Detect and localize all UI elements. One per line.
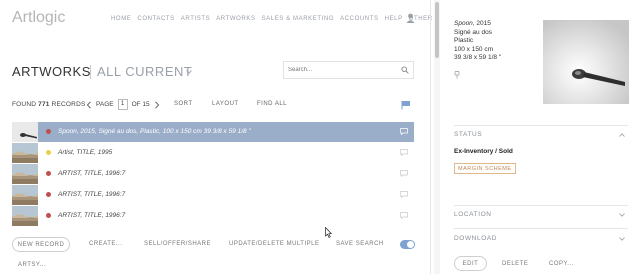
nav-item-contacts[interactable]: CONTACTS bbox=[137, 16, 174, 22]
artsy-menu[interactable]: ARTSY... bbox=[18, 262, 46, 268]
location-divider bbox=[454, 205, 628, 206]
copy-button[interactable]: COPY... bbox=[549, 261, 574, 267]
nav-item-accounts[interactable]: ACCOUNTS bbox=[340, 16, 378, 22]
scrollbar-thumb[interactable] bbox=[435, 2, 439, 58]
table-row[interactable]: ARTIST, TITLE, 1996:7 bbox=[12, 206, 414, 226]
table-row[interactable]: Artist, TITLE, 1995 bbox=[12, 143, 414, 163]
availability-dot-icon bbox=[46, 129, 51, 134]
detail-dimensions-cm: 100 x 150 cm bbox=[454, 45, 494, 53]
availability-dot-icon bbox=[46, 192, 51, 197]
main-nav: HOME CONTACTS ARTISTS ARTWORKS SALES & MARKE… bbox=[111, 16, 433, 22]
svg-text:Artlogic: Artlogic bbox=[12, 9, 65, 26]
nav-item-artworks[interactable]: ARTWORKS bbox=[216, 16, 255, 22]
nav-item-artists[interactable]: ARTISTS bbox=[181, 16, 210, 22]
chevron-down-icon[interactable] bbox=[619, 237, 625, 241]
download-divider bbox=[454, 228, 628, 229]
pagination: PAGE 1 OF 15 bbox=[86, 99, 160, 110]
table-row[interactable]: ARTIST, TITLE, 1996:7 bbox=[12, 185, 414, 205]
record-list: Spoon, 2015, Signé au dos, Plastic, 100 … bbox=[12, 122, 414, 227]
message-icon[interactable] bbox=[400, 212, 408, 219]
record-summary: Artist, TITLE, 1995 bbox=[58, 149, 113, 156]
availability-dot-icon bbox=[46, 171, 51, 176]
record-count: FOUND 771 RECORDS bbox=[12, 101, 86, 108]
save-search-button[interactable]: SAVE SEARCH bbox=[336, 241, 384, 247]
create-menu[interactable]: CREATE... bbox=[89, 241, 122, 247]
edit-button[interactable]: EDIT bbox=[454, 256, 487, 271]
pin-icon[interactable] bbox=[454, 71, 460, 79]
view-selector[interactable]: ALL CURRENT bbox=[97, 64, 192, 79]
chevron-down-icon[interactable] bbox=[186, 70, 192, 74]
chevron-right-icon[interactable] bbox=[154, 100, 160, 109]
availability-dot-icon bbox=[46, 213, 51, 218]
new-record-button[interactable]: NEW RECORD bbox=[12, 237, 70, 252]
find-all-button[interactable]: FIND ALL bbox=[257, 101, 287, 107]
pane-divider bbox=[430, 0, 431, 274]
chevron-down-icon[interactable] bbox=[619, 213, 625, 217]
location-section-header[interactable]: LOCATION bbox=[454, 211, 492, 218]
detail-caption: Spoon, 2015 Signé au dos Plastic 100 x 1… bbox=[454, 20, 501, 63]
record-summary: Spoon, 2015, Signé au dos, Plastic, 100 … bbox=[58, 128, 251, 135]
nav-item-sales-marketing[interactable]: SALES & MARKETING bbox=[262, 16, 335, 22]
chevron-up-icon[interactable] bbox=[619, 133, 625, 137]
nav-item-help[interactable]: HELP bbox=[385, 16, 403, 22]
search-icon[interactable] bbox=[401, 66, 409, 74]
sort-button[interactable]: SORT bbox=[174, 101, 193, 107]
page-number-input[interactable]: 1 bbox=[117, 99, 128, 110]
table-row[interactable]: Spoon, 2015, Signé au dos, Plastic, 100 … bbox=[12, 122, 414, 142]
layout-button[interactable]: LAYOUT bbox=[212, 101, 239, 107]
record-summary: ARTIST, TITLE, 1996:7 bbox=[58, 170, 126, 177]
detail-inscription: Signé au dos bbox=[454, 28, 492, 36]
record-thumbnail[interactable] bbox=[12, 164, 38, 184]
view-toggle[interactable] bbox=[400, 240, 415, 249]
found-label: FOUND bbox=[12, 101, 37, 108]
sell-offer-share-menu[interactable]: SELL/OFFER/SHARE bbox=[144, 241, 211, 247]
table-row[interactable]: ARTIST, TITLE, 1996:7 bbox=[12, 164, 414, 184]
status-section-header[interactable]: STATUS bbox=[454, 131, 482, 138]
record-summary: ARTIST, TITLE, 1996:7 bbox=[58, 212, 126, 219]
record-thumbnail[interactable] bbox=[12, 185, 38, 205]
page-title: ARTWORKS bbox=[12, 64, 91, 79]
found-suffix: RECORDS bbox=[51, 101, 86, 108]
detail-dimensions-in: 39 3/8 x 59 1/8 " bbox=[454, 54, 502, 61]
artlogic-logo[interactable]: Artlogic bbox=[12, 8, 74, 31]
flag-icon[interactable] bbox=[401, 100, 411, 110]
margin-scheme-badge: MARGIN SCHEME bbox=[454, 163, 516, 174]
status-value: Ex-Inventory / Sold bbox=[454, 148, 513, 155]
mouse-cursor-icon bbox=[325, 227, 332, 238]
artwork-image[interactable] bbox=[543, 20, 629, 104]
record-thumbnail[interactable] bbox=[12, 122, 38, 142]
availability-dot-icon bbox=[46, 150, 51, 155]
user-icon[interactable] bbox=[406, 13, 415, 23]
search-input[interactable] bbox=[288, 65, 398, 75]
title-divider bbox=[90, 65, 91, 79]
status-divider bbox=[454, 125, 628, 126]
nav-item-home[interactable]: HOME bbox=[111, 16, 131, 22]
message-icon[interactable] bbox=[400, 191, 408, 198]
found-count: 771 bbox=[38, 101, 50, 108]
record-thumbnail[interactable] bbox=[12, 143, 38, 163]
detail-year: , 2015 bbox=[472, 20, 491, 27]
message-icon[interactable] bbox=[400, 170, 408, 177]
message-icon[interactable] bbox=[400, 128, 408, 135]
message-icon[interactable] bbox=[400, 149, 408, 156]
download-section-header[interactable]: DOWNLOAD bbox=[454, 235, 497, 242]
detail-medium: Plastic bbox=[454, 37, 474, 44]
records-pane: Artlogic HOME CONTACTS ARTISTS ARTWORKS SALE… bbox=[0, 0, 433, 274]
page-label: PAGE bbox=[96, 101, 114, 108]
page-total: OF 15 bbox=[131, 101, 150, 108]
update-delete-multiple-menu[interactable]: UPDATE/DELETE MULTIPLE bbox=[229, 241, 319, 247]
record-summary: ARTIST, TITLE, 1996:7 bbox=[58, 191, 126, 198]
delete-button[interactable]: DELETE bbox=[502, 261, 528, 267]
record-thumbnail[interactable] bbox=[12, 206, 38, 226]
detail-title: Spoon bbox=[454, 20, 473, 27]
logo-icon: Artlogic bbox=[12, 9, 65, 26]
search-box[interactable] bbox=[283, 61, 414, 79]
chevron-left-icon[interactable] bbox=[86, 100, 92, 109]
